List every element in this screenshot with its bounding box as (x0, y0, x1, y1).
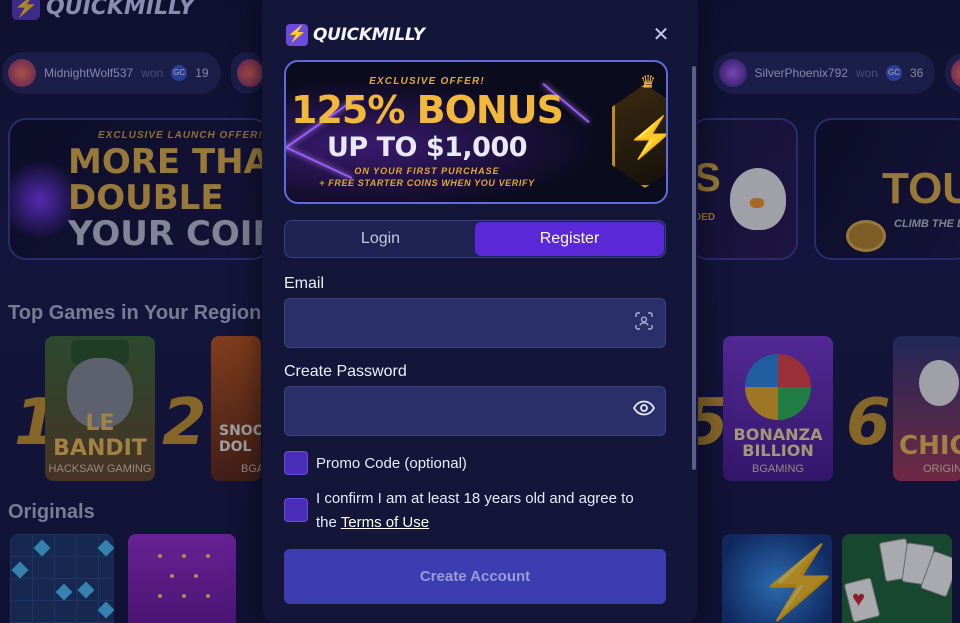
promo-code-label[interactable]: Promo Code (optional) (316, 455, 467, 472)
close-icon[interactable]: ✕ (650, 24, 672, 46)
banner-fine-print-1: ON YOUR FIRST PURCHASE (354, 166, 500, 176)
bonus-banner: EXCLUSIVE OFFER! 125% BONUS UP TO $1,000… (284, 60, 668, 204)
password-field-wrapper (284, 386, 666, 436)
email-label: Email (284, 275, 325, 292)
email-field-wrapper (284, 298, 666, 348)
modal-logo-text: QUICKMILLY (313, 25, 425, 45)
modal-scrollbar[interactable] (692, 66, 696, 470)
lightning-icon: ⚡ (626, 114, 666, 161)
password-field[interactable] (285, 387, 615, 435)
terms-of-use-link[interactable]: Terms of Use (341, 514, 429, 531)
age-terms-label-line1[interactable]: I confirm I am at least 18 years old and… (316, 490, 634, 507)
lightning-logo-icon: ⚡ (286, 24, 308, 46)
age-terms-checkbox[interactable] (284, 498, 308, 522)
banner-headline: 125% BONUS (291, 88, 564, 132)
create-account-button[interactable]: Create Account (284, 549, 666, 604)
modal-logo: ⚡ QUICKMILLY (286, 24, 425, 46)
promo-code-checkbox[interactable] (284, 451, 308, 475)
email-field[interactable] (285, 299, 615, 347)
banner-kicker: EXCLUSIVE OFFER! (369, 76, 485, 87)
banner-fine-print-2: + FREE STARTER COINS WHEN YOU VERIFY (319, 178, 535, 188)
tab-register[interactable]: Register (475, 222, 664, 256)
auth-tabs: Login Register (284, 220, 666, 258)
tab-login[interactable]: Login (286, 222, 475, 256)
crown-icon: ♛ (640, 72, 657, 92)
register-modal: ⚡ QUICKMILLY ✕ EXCLUSIVE OFFER! 125% BON… (262, 0, 698, 623)
banner-subhead: UP TO $1,000 (326, 132, 528, 163)
contact-card-icon[interactable] (633, 312, 655, 334)
password-label: Create Password (284, 363, 407, 380)
age-terms-label-line2: the Terms of Use (316, 514, 429, 531)
eye-icon[interactable] (632, 400, 656, 422)
age-terms-prefix: the (316, 514, 341, 531)
